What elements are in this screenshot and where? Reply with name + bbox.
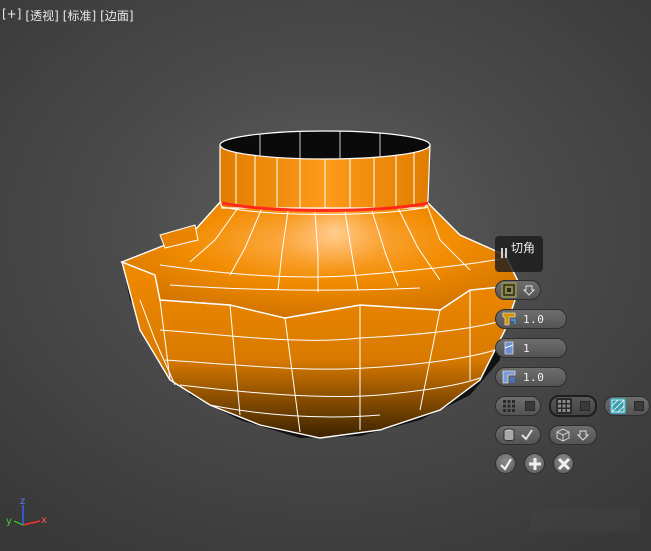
chamfer-segments-field[interactable]: 1 <box>495 338 567 358</box>
chamfer-tension-value[interactable]: 1.0 <box>523 371 544 384</box>
smooth-type-checkbox[interactable] <box>634 401 644 411</box>
viewport-menu-edged-faces[interactable]: [边面] <box>100 7 133 24</box>
axis-z-label: z <box>20 496 25 507</box>
viewport-menu-plus[interactable]: [+] <box>2 7 21 24</box>
dropdown-arrow-icon <box>521 282 537 298</box>
chamfer-amount-field[interactable]: 1.0 <box>495 309 567 329</box>
chamfer-tension-field[interactable]: 1.0 <box>495 367 567 387</box>
chamfer-type-dropdown[interactable] <box>495 280 541 300</box>
axis-gizmo: z x y <box>6 496 47 527</box>
cylinder-icon <box>501 427 517 443</box>
grid-dark-icon <box>556 398 572 414</box>
viewport-menu-shading[interactable]: [标准] <box>63 7 96 24</box>
ring-select-icon <box>501 282 517 298</box>
pause-icon[interactable] <box>501 248 509 258</box>
viewport-menu-perspective[interactable]: [透视] <box>25 7 58 24</box>
smooth-checkbox[interactable] <box>580 401 590 411</box>
cube-icon <box>555 427 571 443</box>
chamfer-segments-value[interactable]: 1 <box>523 342 530 355</box>
apply-button[interactable] <box>524 453 545 474</box>
dropdown-arrow-icon-2 <box>575 427 591 443</box>
smooth-toggle[interactable] <box>549 395 597 417</box>
apply-icon <box>528 457 541 470</box>
axis-y-label: y <box>6 516 12 527</box>
ok-icon <box>499 457 512 471</box>
amount-icon <box>501 311 517 327</box>
quad-chamfer-toggle[interactable] <box>495 396 541 416</box>
quad-chamfer-checkbox[interactable] <box>525 401 535 411</box>
chamfer-amount-value[interactable]: 1.0 <box>523 313 544 326</box>
cancel-icon <box>557 457 570 470</box>
segments-icon <box>501 340 517 356</box>
tension-icon <box>501 369 517 385</box>
smooth-type-toggle[interactable] <box>604 396 650 416</box>
caddy-title: 切角 <box>511 241 536 255</box>
open-chamfer-dropdown[interactable] <box>549 425 597 445</box>
caddy-header[interactable]: 切角 <box>495 236 543 272</box>
grid-tri-icon <box>610 398 626 414</box>
vase-opening <box>219 130 431 160</box>
grid-quad-icon <box>501 398 517 414</box>
viewport-label-bar: [+] [透视] [标准] [边面] <box>2 7 134 24</box>
vase-model[interactable] <box>120 130 522 439</box>
check-icon <box>519 427 535 443</box>
axis-x-label: x <box>41 515 47 526</box>
end-bias-toggle[interactable] <box>495 425 541 445</box>
corner-shade <box>530 508 640 532</box>
cancel-button[interactable] <box>553 453 574 474</box>
ok-button[interactable] <box>495 453 516 474</box>
